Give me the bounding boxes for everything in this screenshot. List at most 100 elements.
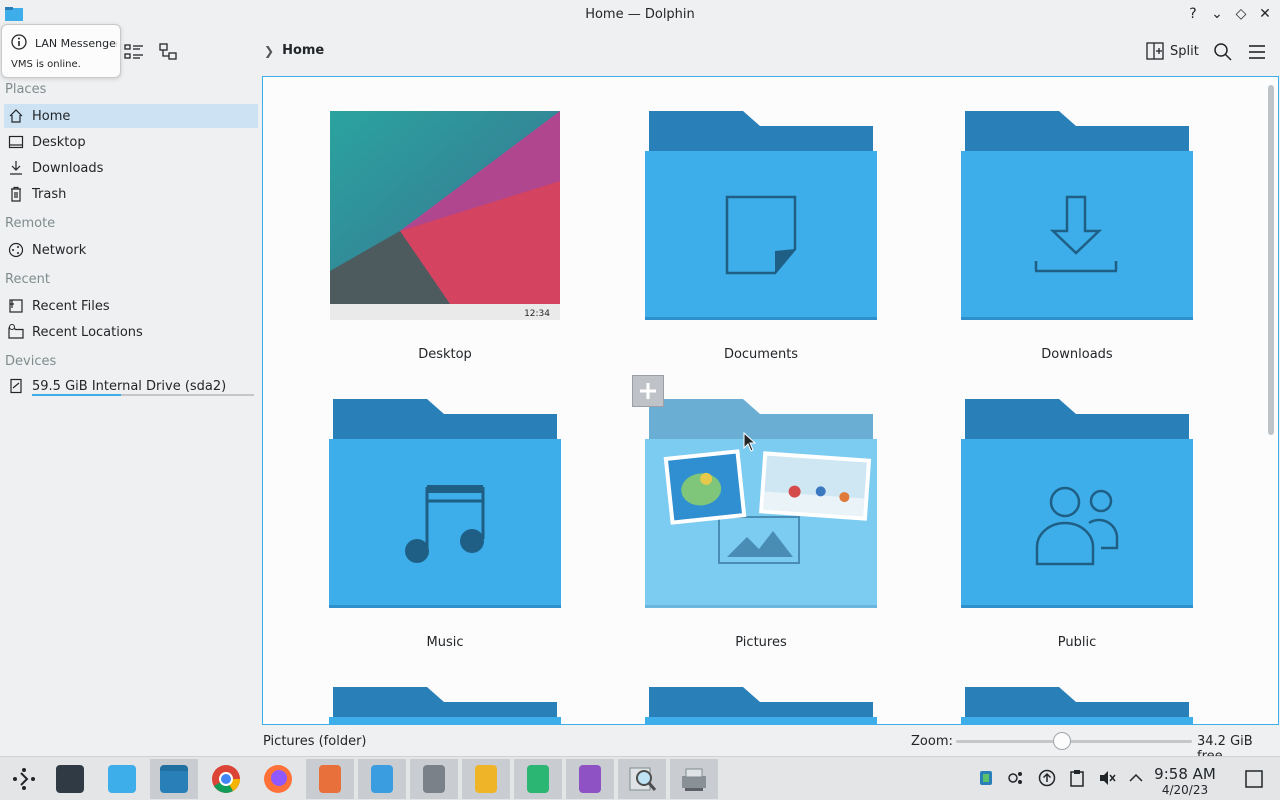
mouse-cursor-icon bbox=[743, 432, 757, 452]
select-toggle-icon[interactable] bbox=[632, 375, 664, 407]
sidebar-item-desktop[interactable]: Desktop bbox=[4, 130, 258, 154]
task-base[interactable] bbox=[566, 759, 614, 799]
task-system-settings[interactable] bbox=[46, 759, 94, 799]
vertical-scrollbar[interactable] bbox=[1268, 85, 1274, 435]
clock[interactable]: 9:58 AM 4/20/23 bbox=[1152, 765, 1218, 797]
clock-date: 4/20/23 bbox=[1161, 783, 1209, 797]
breadcrumb[interactable]: ❯ Home bbox=[264, 43, 324, 58]
dolphin-icon bbox=[160, 765, 188, 793]
task-impress[interactable] bbox=[306, 759, 354, 799]
volume-muted-icon[interactable] bbox=[1098, 769, 1116, 787]
chrome-icon bbox=[212, 765, 240, 793]
sidebar-item-network[interactable]: Network bbox=[4, 238, 258, 262]
show-desktop-icon[interactable] bbox=[1245, 770, 1263, 788]
chevron-right-icon: ❯ bbox=[264, 43, 275, 58]
maximize-button[interactable]: ◇ bbox=[1232, 4, 1250, 24]
section-places: Places bbox=[5, 82, 47, 97]
item-label-public: Public bbox=[1057, 635, 1097, 650]
task-discover[interactable] bbox=[98, 759, 146, 799]
status-text: Pictures (folder) bbox=[263, 734, 367, 749]
clock-time: 9:58 AM bbox=[1154, 765, 1216, 783]
notification-message: VMS is online. bbox=[11, 59, 81, 70]
task-libreoffice[interactable] bbox=[410, 759, 458, 799]
kdeconnect-tray-icon[interactable] bbox=[1007, 769, 1025, 787]
item-label-downloads: Downloads bbox=[1041, 347, 1113, 362]
task-firefox[interactable] bbox=[254, 759, 302, 799]
application-launcher-button[interactable] bbox=[0, 759, 48, 799]
toolbar: ❯ Home Split bbox=[0, 30, 1280, 74]
help-button[interactable]: ? bbox=[1184, 4, 1202, 24]
places-panel: Places Home Desktop Downloads Trash Remo… bbox=[0, 76, 262, 726]
item-label-music: Music bbox=[426, 635, 464, 650]
tree-view-icon[interactable] bbox=[158, 42, 178, 62]
folder-partial-icon[interactable] bbox=[645, 687, 877, 725]
sidebar-item-trash[interactable]: Trash bbox=[4, 182, 258, 206]
folder-partial-icon[interactable] bbox=[961, 687, 1193, 725]
download-icon bbox=[10, 161, 22, 175]
vault-tray-icon[interactable] bbox=[977, 769, 995, 787]
discover-icon bbox=[108, 765, 136, 793]
task-dolphin[interactable] bbox=[150, 759, 198, 799]
sheets-icon bbox=[527, 765, 549, 793]
task-calc[interactable] bbox=[462, 759, 510, 799]
details-view-icon[interactable] bbox=[124, 42, 144, 62]
split-label: Split bbox=[1170, 43, 1199, 59]
desktop-thumbnail-image: 12:34 bbox=[330, 111, 560, 320]
clipboard-tray-icon[interactable] bbox=[1068, 769, 1086, 787]
folder-partial-icon[interactable] bbox=[329, 687, 561, 725]
task-search-tool[interactable] bbox=[618, 759, 666, 799]
close-button[interactable]: ✕ bbox=[1256, 4, 1274, 24]
sidebar-item-downloads[interactable]: Downloads bbox=[4, 156, 258, 180]
home-icon bbox=[9, 109, 23, 123]
writer-icon bbox=[371, 765, 393, 793]
scanner-icon bbox=[682, 768, 706, 791]
item-label-documents: Documents bbox=[723, 347, 799, 362]
file-item-public[interactable]: Public bbox=[927, 399, 1227, 659]
breadcrumb-home[interactable]: Home bbox=[282, 43, 324, 58]
drive-icon bbox=[10, 378, 22, 394]
task-chrome[interactable] bbox=[202, 759, 250, 799]
thumbnail-clock: 12:34 bbox=[524, 309, 550, 319]
task-scanner[interactable] bbox=[670, 759, 718, 799]
folder-downloads-icon bbox=[961, 111, 1193, 320]
title-bar: Home — Dolphin ? ⌄ ◇ ✕ bbox=[0, 0, 1280, 30]
folder-public-icon bbox=[961, 399, 1193, 608]
task-sheets[interactable] bbox=[514, 759, 562, 799]
hamburger-menu-icon[interactable] bbox=[1247, 43, 1267, 61]
impress-icon bbox=[319, 765, 341, 793]
split-icon bbox=[1146, 42, 1164, 60]
notification-title: LAN Messenger bbox=[35, 37, 117, 50]
file-item-pictures[interactable]: Pictures bbox=[611, 399, 911, 659]
firefox-icon bbox=[264, 765, 292, 793]
file-item-downloads[interactable]: Downloads bbox=[927, 111, 1227, 371]
sidebar-item-home[interactable]: Home bbox=[4, 104, 258, 128]
zoom-slider-handle[interactable] bbox=[1053, 732, 1072, 750]
base-icon bbox=[579, 765, 601, 793]
sidebar-item-recent-files[interactable]: Recent Files bbox=[4, 294, 258, 318]
folder-music-icon bbox=[329, 399, 561, 608]
task-writer[interactable] bbox=[358, 759, 406, 799]
sidebar-item-recent-locations[interactable]: Recent Locations bbox=[4, 320, 258, 344]
zoom-slider[interactable] bbox=[956, 740, 1192, 743]
calc-icon bbox=[475, 765, 497, 793]
item-label-pictures: Pictures bbox=[735, 635, 787, 650]
search-icon[interactable] bbox=[1213, 42, 1233, 62]
file-item-documents[interactable]: Documents bbox=[611, 111, 911, 371]
plasma-menu-icon bbox=[13, 768, 35, 790]
lan-messenger-notification[interactable]: LAN Messenger VMS is online. bbox=[1, 24, 121, 78]
status-bar: Pictures (folder) Zoom: 34.2 GiB free bbox=[0, 728, 1280, 764]
split-button[interactable]: Split bbox=[1146, 42, 1199, 60]
file-item-music[interactable]: Music bbox=[295, 399, 595, 659]
network-icon bbox=[8, 242, 24, 258]
search-tool-icon bbox=[629, 767, 657, 791]
recent-files-icon bbox=[9, 299, 23, 313]
window-title: Home — Dolphin bbox=[585, 7, 695, 22]
section-devices: Devices bbox=[5, 354, 57, 369]
minimize-button[interactable]: ⌄ bbox=[1208, 4, 1226, 24]
chevron-up-icon[interactable] bbox=[1127, 769, 1145, 787]
file-view[interactable]: 12:34 Desktop Documents Downloads Music … bbox=[262, 76, 1279, 725]
update-tray-icon[interactable] bbox=[1038, 769, 1056, 787]
file-item-desktop[interactable]: 12:34 Desktop bbox=[295, 111, 595, 371]
trash-icon bbox=[11, 186, 21, 202]
folder-pictures-icon bbox=[645, 399, 877, 608]
